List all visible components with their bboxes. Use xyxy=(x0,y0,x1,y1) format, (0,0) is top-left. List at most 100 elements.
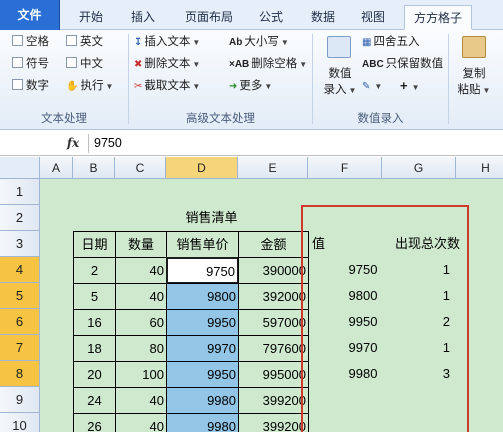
table-cell-selected[interactable]: 9980 xyxy=(166,413,239,432)
tab-data[interactable]: 数据 xyxy=(302,5,344,30)
table-cell[interactable]: 18 xyxy=(73,335,116,362)
active-cell[interactable]: 9750 xyxy=(166,257,239,284)
checkbox-icon[interactable] xyxy=(66,57,77,68)
table-cell[interactable]: 5 xyxy=(73,283,116,310)
row-header-4[interactable]: 4 xyxy=(0,257,40,283)
checkbox-symbol[interactable]: 符号 xyxy=(12,54,49,74)
column-header-c[interactable]: C xyxy=(115,157,166,179)
dropdown-arrow-icon: ▼ xyxy=(482,86,491,95)
table-cell[interactable]: 597000 xyxy=(238,309,309,336)
row-header-9[interactable]: 9 xyxy=(0,387,40,413)
table-cell[interactable]: 390000 xyxy=(238,257,309,284)
row-header-10[interactable]: 10 xyxy=(0,413,40,432)
round-button[interactable]: ▦ 四舍五入 xyxy=(362,32,419,52)
table-cell[interactable]: 24 xyxy=(73,387,116,414)
column-header-d[interactable]: D xyxy=(166,157,238,179)
formula-bar: fx 9750 xyxy=(0,131,503,156)
table-cell[interactable]: 80 xyxy=(115,335,167,362)
table-cell-selected[interactable]: 9970 xyxy=(166,335,239,362)
sheet-title[interactable]: 销售清单 xyxy=(115,205,308,231)
row-header-5[interactable]: 5 xyxy=(0,283,40,309)
keep-value-button[interactable]: ABC 只保留数值 xyxy=(362,54,443,74)
row-header-3[interactable]: 3 xyxy=(0,231,40,257)
column-header-b[interactable]: B xyxy=(73,157,115,179)
dropdown-arrow-icon: ▼ xyxy=(264,82,273,91)
table-cell-selected[interactable]: 9980 xyxy=(166,387,239,414)
insert-text-button[interactable]: ↧ 插入文本 ▼ xyxy=(134,32,200,52)
edit-icon: ✎ xyxy=(362,81,371,92)
checkbox-english[interactable]: 英文 xyxy=(66,32,103,52)
formula-input[interactable]: 9750 xyxy=(94,134,122,153)
keep-value-icon: ABC xyxy=(362,59,384,70)
header-date[interactable]: 日期 xyxy=(73,231,116,258)
tab-insert[interactable]: 插入 xyxy=(122,5,164,30)
table-cell[interactable]: 40 xyxy=(115,257,167,284)
column-header-e[interactable]: E xyxy=(238,157,308,179)
table-cell[interactable]: 399200 xyxy=(238,413,309,432)
column-header-a[interactable]: A xyxy=(40,157,73,179)
tab-view[interactable]: 视图 xyxy=(352,5,394,30)
checkbox-icon[interactable] xyxy=(12,79,23,90)
group-separator xyxy=(448,34,449,124)
header-unit-price[interactable]: 销售单价 xyxy=(166,231,239,258)
table-cell[interactable]: 40 xyxy=(115,413,167,432)
tab-formulas[interactable]: 公式 xyxy=(250,5,292,30)
table-cell[interactable]: 40 xyxy=(115,387,167,414)
delete-text-button[interactable]: ✖ 删除文本 ▼ xyxy=(134,54,200,74)
case-button[interactable]: Ab 大小写 ▼ xyxy=(229,32,289,52)
table-cell[interactable]: 26 xyxy=(73,413,116,432)
table-cell[interactable]: 60 xyxy=(115,309,167,336)
table-cell[interactable]: 40 xyxy=(115,283,167,310)
dropdown-arrow-icon: ▼ xyxy=(192,60,201,69)
header-quantity[interactable]: 数量 xyxy=(115,231,167,258)
checkbox-icon[interactable] xyxy=(66,35,77,46)
checkbox-icon[interactable] xyxy=(12,35,23,46)
table-cell[interactable]: 16 xyxy=(73,309,116,336)
row-header-2[interactable]: 2 xyxy=(0,205,40,231)
header-amount[interactable]: 金额 xyxy=(238,231,309,258)
plus-icon: + xyxy=(400,78,408,93)
tab-file[interactable]: 文件 xyxy=(0,0,60,30)
table-cell-selected[interactable]: 9800 xyxy=(166,283,239,310)
tab-home[interactable]: 开始 xyxy=(70,5,112,30)
case-icon: Ab xyxy=(229,37,243,48)
edit-button[interactable]: ✎ ▼ xyxy=(362,76,382,96)
more-button[interactable]: ➜ 更多 ▼ xyxy=(229,76,272,96)
checkbox-number[interactable]: 数字 xyxy=(12,76,49,96)
table-cell[interactable]: 399200 xyxy=(238,387,309,414)
tab-page-layout[interactable]: 页面布局 xyxy=(178,5,240,30)
table-cell-selected[interactable]: 9950 xyxy=(166,309,239,336)
checkbox-chinese[interactable]: 中文 xyxy=(66,54,103,74)
value-entry-icon xyxy=(327,36,351,58)
checkbox-icon[interactable] xyxy=(12,57,23,68)
table-cell[interactable]: 100 xyxy=(115,361,167,388)
delete-text-icon: ✖ xyxy=(134,59,143,70)
round-icon: ▦ xyxy=(362,37,372,48)
table-cell-selected[interactable]: 9950 xyxy=(166,361,239,388)
row-header-6[interactable]: 6 xyxy=(0,309,40,335)
fx-icon[interactable]: fx xyxy=(62,134,84,153)
table-cell[interactable]: 392000 xyxy=(238,283,309,310)
column-header-f[interactable]: F xyxy=(308,157,382,179)
worksheet-grid[interactable]: A B C D E F G H 1 2 3 4 5 6 7 8 9 10 销售清… xyxy=(0,157,503,432)
select-all-corner[interactable] xyxy=(0,157,40,179)
dropdown-arrow-icon: ▼ xyxy=(374,82,383,91)
dropdown-arrow-icon: ▼ xyxy=(280,38,289,47)
extract-text-button[interactable]: ✂ 截取文本 ▼ xyxy=(134,76,200,96)
row-header-7[interactable]: 7 xyxy=(0,335,40,361)
add-button[interactable]: + ▼ xyxy=(400,76,420,96)
table-cell[interactable]: 20 xyxy=(73,361,116,388)
column-header-h[interactable]: H xyxy=(456,157,503,179)
table-cell[interactable]: 995000 xyxy=(238,361,309,388)
copy-paste-icon xyxy=(462,36,486,58)
row-header-1[interactable]: 1 xyxy=(0,179,40,205)
row-header-8[interactable]: 8 xyxy=(0,361,40,387)
remove-space-button[interactable]: ×AB 删除空格 ▼ xyxy=(229,54,307,74)
execute-button[interactable]: ✋ 执行 ▼ xyxy=(66,76,113,96)
name-box[interactable] xyxy=(0,134,58,153)
table-cell[interactable]: 2 xyxy=(73,257,116,284)
column-header-g[interactable]: G xyxy=(382,157,456,179)
tab-fangfang[interactable]: 方方格子 xyxy=(404,5,472,30)
table-cell[interactable]: 797600 xyxy=(238,335,309,362)
checkbox-space[interactable]: 空格 xyxy=(12,32,49,52)
